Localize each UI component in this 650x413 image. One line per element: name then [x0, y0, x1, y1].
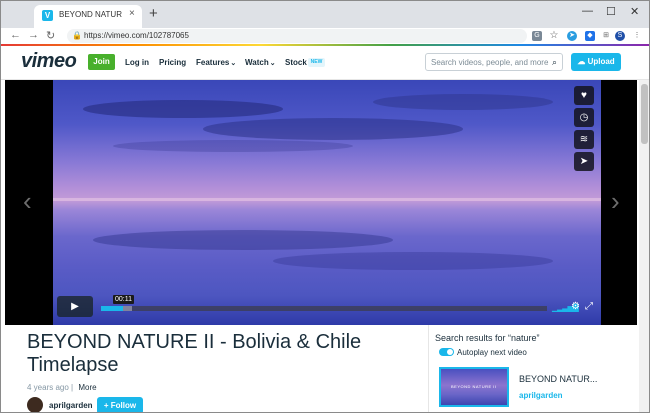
- nav-login[interactable]: Log in: [125, 58, 149, 67]
- upload-label: Upload: [587, 57, 615, 66]
- toggle-knob: [447, 349, 453, 355]
- related-videos-panel: Search results for “nature” Autoplay nex…: [428, 325, 638, 412]
- reflection-shape: [93, 230, 393, 250]
- like-heart-icon[interactable]: ♥: [574, 86, 594, 105]
- nav-stock[interactable]: Stock: [285, 58, 307, 67]
- chevron-down-icon: ⌄: [230, 60, 237, 67]
- player-controls: ▶ 00:11 ▁▂▃▅▇ ⚙ ⤢: [57, 294, 597, 318]
- vimeo-favicon-icon: V: [42, 10, 53, 21]
- next-video-title[interactable]: BEYOND NATUR...: [519, 374, 597, 384]
- bookmark-star-icon[interactable]: ☆: [549, 31, 559, 41]
- next-video-thumbnail[interactable]: BEYOND NATURE II: [439, 367, 509, 407]
- scrollbar-thumb[interactable]: [641, 84, 648, 144]
- maximize-icon[interactable]: ☐: [606, 5, 616, 18]
- minimize-icon[interactable]: —: [582, 5, 593, 17]
- close-window-icon[interactable]: ✕: [630, 5, 639, 18]
- more-link[interactable]: More: [78, 383, 96, 392]
- video-meta: 4 years ago | More: [27, 383, 97, 392]
- video-player[interactable]: ‹ › ♥ ◷ ≋ ➤ ▶ 00:11 ▁▂▃▅▇ ⚙ ⤢: [5, 80, 637, 325]
- lock-icon: 🔒: [72, 31, 82, 40]
- video-title: BEYOND NATURE II - Bolivia & Chile Timel…: [27, 331, 362, 376]
- menu-kebab-icon[interactable]: ⋮: [632, 31, 642, 41]
- watch-later-clock-icon[interactable]: ◷: [574, 108, 594, 127]
- cloud-shape: [113, 140, 353, 152]
- video-frame[interactable]: [53, 80, 601, 325]
- search-icon[interactable]: ⌕: [552, 57, 557, 68]
- site-header: vimeo Join Log in Pricing Features⌄ Watc…: [1, 46, 649, 80]
- autoplay-label: Autoplay next video: [457, 348, 527, 357]
- progress-bar[interactable]: [101, 306, 547, 311]
- thumbnail-text: BEYOND NATURE II: [451, 384, 497, 389]
- cloud-shape: [83, 100, 283, 118]
- chevron-down-icon: ⌄: [269, 60, 276, 67]
- browser-tab[interactable]: V BEYOND NATURE II - Bo ×: [34, 5, 142, 28]
- page-scrollbar[interactable]: [639, 80, 649, 412]
- vimeo-logo[interactable]: vimeo: [21, 50, 77, 73]
- url-text: https://vimeo.com/102787065: [84, 31, 189, 40]
- share-send-icon[interactable]: ➤: [574, 152, 594, 171]
- cloud-shape: [373, 94, 553, 110]
- nav-features[interactable]: Features⌄: [196, 58, 236, 67]
- profile-avatar[interactable]: S: [615, 31, 625, 41]
- close-tab-icon[interactable]: ×: [129, 8, 135, 19]
- autoplay-toggle[interactable]: [439, 348, 454, 356]
- progress-played: [101, 306, 124, 311]
- next-video-author[interactable]: aprilgarden: [519, 391, 563, 400]
- video-info-area: BEYOND NATURE II - Bolivia & Chile Timel…: [1, 325, 649, 412]
- fullscreen-icon[interactable]: ⤢: [585, 301, 593, 312]
- upload-cloud-icon: ☁: [577, 57, 586, 66]
- reflection-shape: [273, 252, 553, 270]
- author-avatar[interactable]: [27, 397, 43, 412]
- play-button[interactable]: ▶: [57, 296, 93, 317]
- dropbox-extension-icon[interactable]: ◆: [585, 31, 595, 41]
- nav-watch-label: Watch: [245, 58, 269, 67]
- extensions-icon[interactable]: ⊞: [601, 31, 611, 41]
- nav-pricing[interactable]: Pricing: [159, 58, 186, 67]
- search-input[interactable]: Search videos, people, and more ⌕: [425, 53, 563, 71]
- tab-title: BEYOND NATURE II - Bo: [59, 10, 122, 19]
- join-button[interactable]: Join: [88, 54, 115, 70]
- upload-button[interactable]: ☁ Upload: [571, 53, 621, 71]
- author-name[interactable]: aprilgarden: [49, 401, 93, 410]
- settings-gear-icon[interactable]: ⚙: [571, 301, 580, 312]
- next-video-arrow-icon[interactable]: ›: [611, 186, 620, 217]
- search-placeholder: Search videos, people, and more: [431, 58, 549, 67]
- nav-features-label: Features: [196, 58, 230, 67]
- timecode-tooltip: 00:11: [113, 295, 134, 304]
- horizon-line: [53, 198, 601, 201]
- reload-icon[interactable]: ↻: [46, 29, 55, 42]
- play-icon: ▶: [71, 301, 79, 312]
- tab-strip: V BEYOND NATURE II - Bo × + — ☐ ✕: [1, 1, 649, 28]
- cloud-shape: [203, 118, 463, 140]
- search-results-heading: Search results for “nature”: [435, 333, 540, 343]
- address-bar[interactable]: 🔒 https://vimeo.com/102787065: [67, 29, 527, 43]
- new-badge: NEW: [308, 58, 325, 67]
- progress-buffered: [123, 306, 133, 311]
- browser-window: V BEYOND NATURE II - Bo × + — ☐ ✕ ← → ↻ …: [0, 0, 650, 413]
- new-tab-icon[interactable]: +: [149, 6, 158, 21]
- previous-video-arrow-icon[interactable]: ‹: [23, 186, 32, 217]
- telegram-extension-icon[interactable]: ➤: [567, 31, 577, 41]
- meta-separator: |: [71, 383, 74, 392]
- browser-toolbar: ← → ↻ 🔒 https://vimeo.com/102787065 G ☆ …: [1, 28, 649, 45]
- forward-icon[interactable]: →: [28, 29, 39, 41]
- video-age: 4 years ago: [27, 383, 69, 392]
- translate-icon[interactable]: G: [532, 31, 542, 41]
- follow-button[interactable]: + Follow: [97, 397, 143, 412]
- nav-watch[interactable]: Watch⌄: [245, 58, 276, 67]
- back-icon[interactable]: ←: [10, 29, 21, 41]
- collections-stack-icon[interactable]: ≋: [574, 130, 594, 149]
